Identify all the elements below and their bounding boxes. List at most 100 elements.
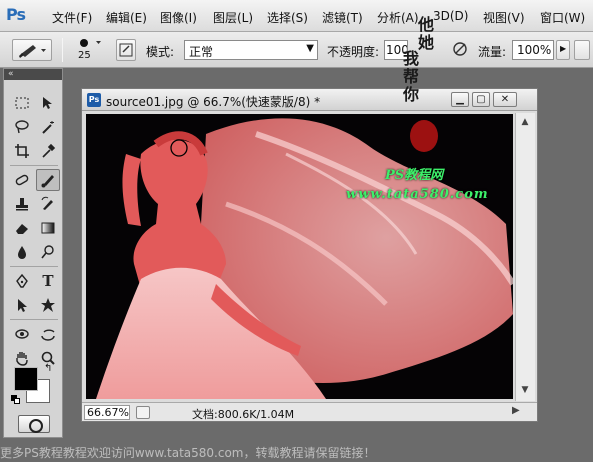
pressure-flow-toggle[interactable]: [574, 40, 590, 60]
document-title-bar[interactable]: Ps source01.jpg @ 66.7%(快速蒙版/8) * ▁ ▢ ✕: [82, 89, 537, 111]
menu-filter[interactable]: 滤镜(T): [322, 9, 363, 26]
crop-tool[interactable]: [10, 140, 34, 162]
shape-tool[interactable]: [36, 294, 60, 316]
scroll-up-icon[interactable]: ▲: [518, 115, 532, 129]
brush-panel-icon: [119, 43, 133, 57]
maximize-icon: ▢: [476, 94, 486, 105]
brush-icon: [41, 175, 54, 188]
options-bar: 25 模式: 正常 ▼ 不透明度: 100 流量: 100% ▶: [0, 32, 593, 68]
airbrush-icon: [453, 42, 467, 56]
type-tool[interactable]: T: [36, 270, 60, 292]
hand-icon: [16, 352, 28, 366]
maximize-button[interactable]: ▢: [472, 92, 490, 107]
zoom-level-field[interactable]: 66.67%: [84, 405, 130, 420]
airbrush-toggle[interactable]: [450, 39, 470, 61]
chevron-right-icon[interactable]: ▶: [512, 405, 520, 416]
pen-icon: [16, 273, 28, 288]
mode-select[interactable]: 正常 ▼: [184, 40, 318, 60]
gradient-icon: [41, 222, 55, 234]
dodge-icon: [41, 245, 54, 259]
chevron-right-icon: ▶: [560, 44, 567, 53]
pen-tool[interactable]: [10, 270, 34, 292]
image-canvas[interactable]: [86, 114, 513, 399]
menu-file[interactable]: 文件(F): [52, 9, 92, 26]
minimize-button[interactable]: ▁: [451, 92, 469, 107]
type-icon: T: [42, 272, 54, 290]
lasso-icon: [15, 120, 29, 134]
blur-drop-icon: [18, 246, 26, 259]
move-icon: [43, 97, 52, 109]
flow-input[interactable]: 100%: [512, 40, 554, 60]
toolbox-separator: [10, 266, 58, 267]
menu-select[interactable]: 选择(S): [267, 9, 308, 26]
toolbox-separator: [10, 165, 58, 166]
flow-slider-button[interactable]: ▶: [556, 40, 570, 60]
opacity-label: 不透明度:: [327, 45, 380, 59]
flow-value: 100%: [517, 43, 552, 57]
foreground-color-swatch[interactable]: [14, 367, 38, 391]
3d-rotate-icon: [15, 329, 29, 339]
history-brush-icon: [41, 196, 53, 210]
brush-size: 25: [78, 50, 91, 61]
lasso-tool[interactable]: [10, 116, 34, 138]
dodge-tool[interactable]: [36, 241, 60, 263]
brush-icon: [19, 45, 46, 58]
magic-wand-tool[interactable]: [36, 116, 60, 138]
document-window: Ps source01.jpg @ 66.7%(快速蒙版/8) * ▁ ▢ ✕: [81, 88, 538, 422]
clone-stamp-tool[interactable]: [10, 193, 34, 215]
close-button[interactable]: ✕: [493, 92, 517, 107]
watermark-vertical-right: 他她: [415, 16, 434, 52]
menu-edit[interactable]: 编辑(E): [106, 9, 147, 26]
crop-icon: [15, 144, 29, 158]
toolbox: « T ↰: [3, 68, 63, 438]
gradient-tool[interactable]: [36, 217, 60, 239]
blur-tool[interactable]: [10, 241, 34, 263]
brush-picker[interactable]: 25: [70, 36, 106, 64]
menu-3d[interactable]: 3D(D): [433, 9, 468, 23]
path-selection-tool[interactable]: [10, 294, 34, 316]
hand-tool[interactable]: [10, 347, 34, 369]
menu-image[interactable]: 图像(I): [160, 9, 197, 26]
3d-rotate-tool[interactable]: [10, 323, 34, 345]
marquee-icon: [15, 97, 29, 109]
menu-window[interactable]: 窗口(W): [540, 9, 585, 26]
close-icon: ✕: [500, 94, 510, 105]
quick-mask-image: [96, 118, 513, 399]
stamp-icon: [16, 198, 28, 211]
toolbox-separator: [10, 319, 58, 320]
3d-orbit-icon: [41, 329, 55, 341]
flow-label: 流量:: [478, 45, 507, 59]
mode-label: 模式:: [146, 45, 175, 59]
eyedropper-tool[interactable]: [36, 140, 60, 162]
eyedropper-icon: [42, 143, 56, 158]
menu-view[interactable]: 视图(V): [483, 9, 525, 26]
healing-brush-tool[interactable]: [10, 169, 34, 191]
minimize-icon: ▁: [456, 94, 464, 105]
menu-bar: Ps 文件(F) 编辑(E) 图像(I) 图层(L) 选择(S) 滤镜(T) 分…: [0, 0, 593, 32]
3d-orbit-tool[interactable]: [36, 323, 60, 345]
status-info-icon[interactable]: [136, 406, 150, 419]
watermark-site-url: www.tata580.com: [346, 187, 489, 202]
vertical-scrollbar[interactable]: ▲ ▼: [515, 113, 535, 401]
default-colors-icon[interactable]: [11, 395, 20, 404]
quick-mask-icon[interactable]: [18, 415, 50, 433]
scroll-down-icon[interactable]: ▼: [518, 383, 532, 397]
marquee-tool[interactable]: [10, 92, 34, 114]
eraser-icon: [16, 224, 28, 234]
separator: [62, 38, 63, 62]
watermark-vertical-left: 我帮你: [400, 50, 419, 104]
toolbox-collapse-handle[interactable]: «: [4, 69, 62, 80]
eraser-tool[interactable]: [10, 217, 34, 239]
brush-tool[interactable]: [36, 169, 60, 191]
magic-wand-icon: [42, 121, 54, 134]
history-brush-tool[interactable]: [36, 193, 60, 215]
photoshop-logo: Ps: [6, 5, 26, 24]
swap-colors-icon[interactable]: ↰: [44, 363, 52, 374]
tool-preset-picker[interactable]: [12, 39, 52, 61]
brush-panel-toggle[interactable]: [116, 39, 136, 61]
path-select-icon: [18, 299, 27, 312]
status-bar: 66.67% 文档:800.6K/1.04M ▶: [82, 402, 537, 421]
menu-layer[interactable]: 图层(L): [213, 9, 253, 26]
bandage-icon: [15, 174, 29, 186]
move-tool[interactable]: [36, 92, 60, 114]
